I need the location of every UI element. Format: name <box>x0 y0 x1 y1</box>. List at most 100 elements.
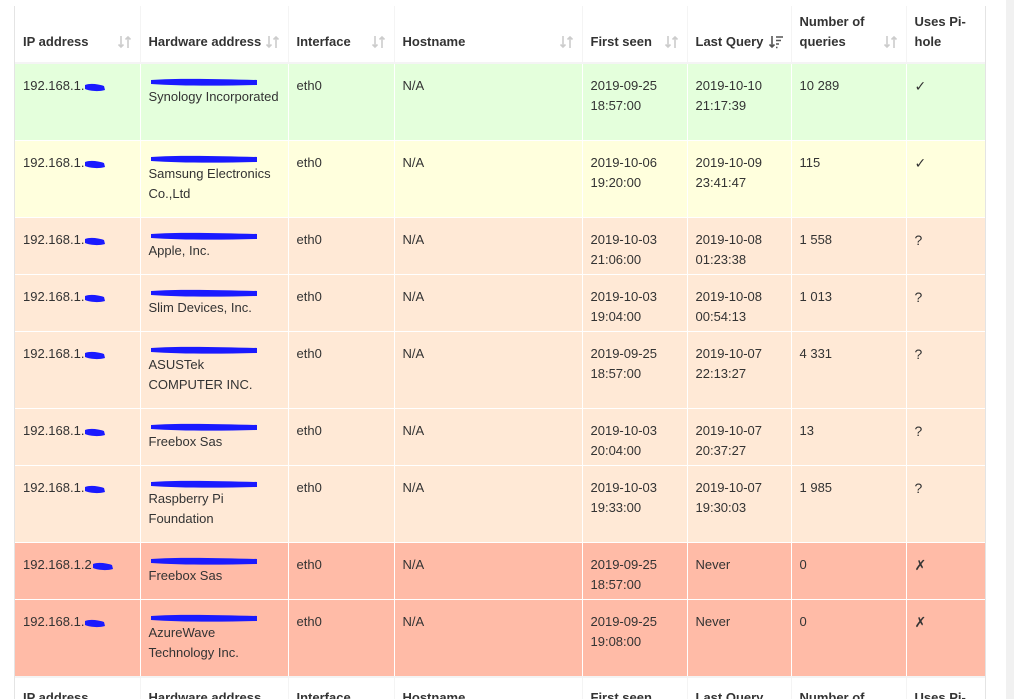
cell-uses-pihole: ? <box>906 465 985 543</box>
cell-hardware: Slim Devices, Inc. <box>140 274 289 332</box>
redaction-mark <box>85 237 106 245</box>
column-header-ip[interactable]: IP address <box>15 6 141 64</box>
table-row: 192.168.1. Apple, Inc. eth0 N/A 2019-10-03 2… <box>15 217 985 275</box>
sort-both-icon <box>371 35 385 49</box>
column-header-last-query[interactable]: Last Query <box>687 6 792 64</box>
column-header-interface[interactable]: Interface <box>288 6 395 64</box>
redaction-mark <box>85 83 106 91</box>
sort-both-icon <box>559 35 573 49</box>
table-body: 192.168.1. Synology Incorporated eth0 N/A 20… <box>15 63 985 678</box>
cell-uses-pihole: ? <box>906 408 985 466</box>
status-mark: ✓ <box>914 155 927 171</box>
cell-first-seen: 2019-09-25 18:57:00 <box>582 542 688 600</box>
vertical-scrollbar[interactable] <box>1006 0 1014 699</box>
cell-queries: 13 <box>791 408 907 466</box>
table-footer: IP address Hardware address Interface Ho… <box>15 676 985 699</box>
cell-uses-pihole: ✗ <box>906 542 985 600</box>
cell-last-query: 2019-10-09 23:41:47 <box>687 140 792 218</box>
redaction-mark <box>150 480 257 488</box>
cell-hostname: N/A <box>394 274 583 332</box>
sort-both-icon <box>117 35 131 49</box>
status-mark: ? <box>914 423 923 439</box>
cell-queries: 0 <box>791 542 907 600</box>
cell-hostname: N/A <box>394 599 583 678</box>
cell-interface: eth0 <box>288 217 395 275</box>
cell-hardware: Samsung Electronics Co.,Ltd <box>140 140 289 218</box>
redaction-mark <box>92 562 113 570</box>
sort-both-icon <box>664 35 678 49</box>
column-header-hostname[interactable]: Hostname <box>394 6 583 64</box>
redaction-mark <box>85 428 106 436</box>
cell-queries: 1 013 <box>791 274 907 332</box>
vendor-name: Slim Devices, Inc. <box>148 300 252 315</box>
cell-ip: 192.168.1. <box>15 331 141 409</box>
cell-ip: 192.168.1. <box>15 465 141 543</box>
redaction-mark <box>150 78 257 86</box>
redaction-mark <box>85 351 106 359</box>
column-header-first-seen[interactable]: First seen <box>582 6 688 64</box>
redaction-mark <box>150 289 257 297</box>
cell-first-seen: 2019-10-03 21:06:00 <box>582 217 688 275</box>
column-header-hardware[interactable]: Hardware address <box>140 6 289 64</box>
cell-last-query: 2019-10-07 19:30:03 <box>687 465 792 543</box>
column-header-uses-pihole: Uses Pi-hole <box>906 6 985 64</box>
status-mark: ? <box>914 289 923 305</box>
cell-ip: 192.168.1.2 <box>15 542 141 600</box>
table-row: 192.168.1. Synology Incorporated eth0 N/A 20… <box>15 63 985 141</box>
sort-both-icon <box>883 35 897 49</box>
redaction-mark <box>150 232 257 240</box>
footer-interface: Interface <box>288 676 395 699</box>
vendor-name: Freebox Sas <box>148 434 223 449</box>
column-header-label: Uses Pi-hole <box>914 14 966 49</box>
footer-ip: IP address <box>15 676 141 699</box>
cell-hardware: Raspberry Pi Foundation <box>140 465 289 543</box>
cell-queries: 0 <box>791 599 907 678</box>
column-header-queries[interactable]: Number of queries <box>791 6 907 64</box>
cell-interface: eth0 <box>288 408 395 466</box>
footer-first-seen: First seen <box>582 676 688 699</box>
cell-hostname: N/A <box>394 217 583 275</box>
cell-hardware: Freebox Sas <box>140 408 289 466</box>
cell-last-query: 2019-10-08 01:23:38 <box>687 217 792 275</box>
redaction-mark <box>150 557 257 565</box>
cell-hostname: N/A <box>394 140 583 218</box>
status-mark: ? <box>914 232 923 248</box>
page: IP address Hardware address Interface Ho… <box>0 0 1014 699</box>
cell-uses-pihole: ✓ <box>906 63 985 141</box>
redaction-mark <box>85 160 106 168</box>
footer-hostname: Hostname <box>394 676 583 699</box>
redaction-mark <box>85 294 106 302</box>
cell-queries: 10 289 <box>791 63 907 141</box>
cell-ip: 192.168.1. <box>15 274 141 332</box>
cell-interface: eth0 <box>288 465 395 543</box>
redaction-mark <box>150 614 257 622</box>
redaction-mark <box>150 346 257 354</box>
vendor-name: ASUSTek COMPUTER INC. <box>148 357 253 392</box>
status-mark: ✗ <box>914 614 927 630</box>
cell-ip: 192.168.1. <box>15 140 141 218</box>
cell-first-seen: 2019-10-03 19:33:00 <box>582 465 688 543</box>
status-mark: ✗ <box>914 557 927 573</box>
cell-hardware: Apple, Inc. <box>140 217 289 275</box>
cell-first-seen: 2019-09-25 18:57:00 <box>582 331 688 409</box>
cell-ip: 192.168.1. <box>15 217 141 275</box>
cell-hardware: Freebox Sas <box>140 542 289 600</box>
footer-uses-pihole: Uses Pi- <box>906 676 985 699</box>
cell-first-seen: 2019-10-03 19:04:00 <box>582 274 688 332</box>
cell-hostname: N/A <box>394 542 583 600</box>
cell-last-query: Never <box>687 542 792 600</box>
column-header-label: Hostname <box>402 34 466 49</box>
cell-queries: 115 <box>791 140 907 218</box>
cell-interface: eth0 <box>288 331 395 409</box>
cell-first-seen: 2019-09-25 19:08:00 <box>582 599 688 678</box>
vendor-name: Freebox Sas <box>148 568 223 583</box>
redaction-mark <box>85 619 106 627</box>
cell-hostname: N/A <box>394 331 583 409</box>
cell-ip: 192.168.1. <box>15 63 141 141</box>
cell-uses-pihole: ? <box>906 274 985 332</box>
table-row: 192.168.1. Slim Devices, Inc. eth0 N/A 2019-… <box>15 274 985 332</box>
status-mark: ✓ <box>914 78 927 94</box>
cell-interface: eth0 <box>288 274 395 332</box>
sort-desc-icon <box>768 36 783 49</box>
cell-interface: eth0 <box>288 542 395 600</box>
